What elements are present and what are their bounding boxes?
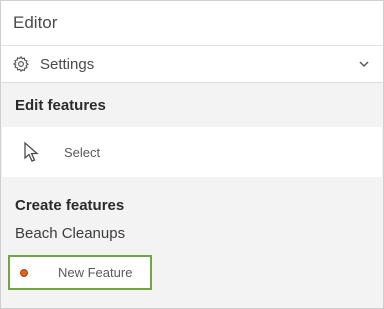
section-gap (1, 177, 383, 189)
layer-name: Beach Cleanups (15, 225, 126, 242)
settings-label: Settings (40, 55, 95, 73)
select-tool[interactable]: Select (2, 127, 382, 177)
edit-features-heading: Edit features (1, 83, 383, 127)
panel-header: Editor (1, 1, 383, 46)
edit-features-title: Edit features (15, 96, 106, 114)
template-list: New Feature (1, 247, 383, 307)
gear-icon (12, 55, 30, 73)
chevron-down-icon (357, 57, 371, 71)
new-feature-template[interactable]: New Feature (8, 255, 152, 290)
panel-title: Editor (13, 13, 58, 32)
point-symbol-icon (20, 268, 28, 277)
editor-panel: Editor Settings Edit features Select Cre… (0, 0, 384, 309)
select-label: Select (64, 144, 101, 160)
new-feature-label: New Feature (58, 265, 133, 280)
pointer-cursor-icon (22, 141, 42, 163)
settings-toggle[interactable]: Settings (1, 46, 383, 83)
create-features-title: Create features (15, 197, 125, 214)
create-features-section: Create features Beach Cleanups (1, 189, 383, 247)
